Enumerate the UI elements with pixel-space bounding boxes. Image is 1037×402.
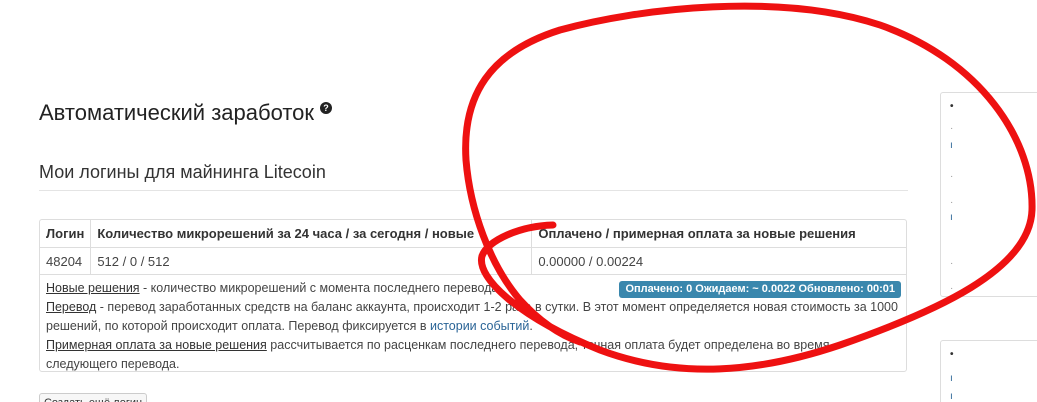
table-row: 48204 512 / 0 / 512 0.00000 / 0.00224: [40, 247, 906, 275]
status-badge: Оплачено: 0 Ожидаем: ~ 0.0022 Обновлено:…: [619, 281, 901, 298]
sidebar-fragment[interactable]: ı: [950, 140, 953, 151]
column-header-solutions: Количество микрорешений за 24 часа / за …: [90, 220, 533, 248]
sidebar-fragment: ·: [950, 258, 954, 269]
term-transfer: Перевод: [46, 300, 97, 314]
logins-table: Логин Количество микрорешений за 24 часа…: [40, 220, 906, 275]
cell-payment: 0.00000 / 0.00224: [531, 247, 906, 275]
section-divider: [39, 190, 908, 191]
sidebar-fragment[interactable]: ı: [950, 212, 953, 223]
table-header-row: Логин Количество микрорешений за 24 часа…: [40, 220, 906, 248]
note-transfer-suffix: .: [529, 319, 533, 333]
sidebar-panel-bottom: • ı ı: [940, 340, 1037, 402]
sidebar-fragment: ·: [950, 283, 954, 294]
sidebar-fragment: ·: [950, 171, 954, 182]
page-title-text: Автоматический заработок: [39, 100, 315, 125]
section-title: Мои логины для майнинга Litecoin: [39, 162, 326, 182]
notes: Оплачено: 0 Ожидаем: ~ 0.0022 Обновлено:…: [40, 275, 906, 371]
note-new-solutions-text: - количество микрорешений с момента посл…: [139, 281, 502, 295]
cell-solutions: 512 / 0 / 512: [90, 247, 533, 275]
logins-panel: Логин Количество микрорешений за 24 часа…: [39, 219, 907, 372]
sidebar-panel-top: • · ı · · ı · ·: [940, 92, 1037, 297]
column-header-payment: Оплачено / примерная оплата за новые реш…: [531, 220, 906, 248]
sidebar-fragment: •: [950, 349, 954, 360]
question-circle-icon[interactable]: ?: [320, 102, 333, 114]
note-transfer: Перевод - перевод заработанных средств н…: [46, 298, 900, 336]
sidebar-fragment: ·: [950, 197, 954, 208]
sidebar-fragment[interactable]: ı: [950, 373, 953, 384]
note-estimated-payment: Примерная оплата за новые решения рассчи…: [46, 336, 900, 371]
page: Автоматический заработок ? Мои логины дл…: [0, 0, 1037, 402]
sidebar-fragment: ·: [950, 123, 954, 134]
term-estimated-payment: Примерная оплата за новые решения: [46, 338, 267, 352]
cell-login: 48204: [40, 247, 92, 275]
sidebar-fragment: •: [950, 101, 954, 112]
term-new-solutions: Новые решения: [46, 281, 140, 295]
sidebar-fragment[interactable]: ı: [950, 391, 953, 402]
column-header-login: Логин: [40, 220, 92, 248]
create-login-button[interactable]: Создать ещё логин: [39, 393, 147, 402]
page-title: Автоматический заработок ?: [39, 100, 333, 126]
history-link[interactable]: истории событий: [430, 319, 529, 333]
